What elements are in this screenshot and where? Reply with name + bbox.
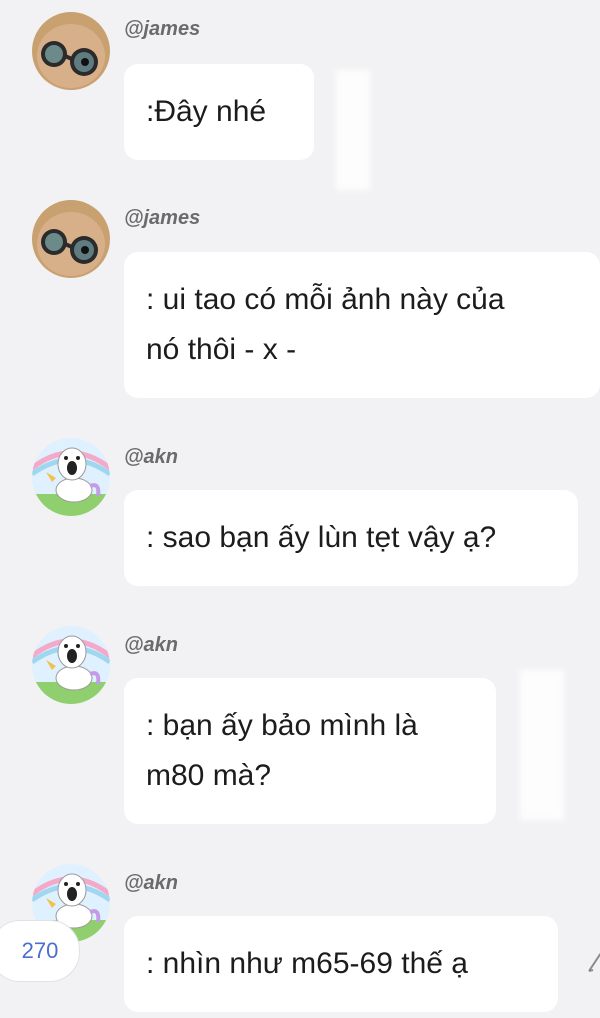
message-bubble: : nhìn như m65-69 thế ạ <box>124 916 558 1012</box>
message-bubble: : bạn ấy bảo mình là m80 mà? <box>124 678 496 824</box>
message-text: : bạn ấy bảo mình là <box>146 709 418 742</box>
message-bubble: : ui tao có mỗi ảnh này của nó thôi - x … <box>124 252 600 398</box>
message-bubble: : sao bạn ấy lùn tẹt vậy ạ? <box>124 490 578 586</box>
username[interactable]: @akn <box>124 634 178 657</box>
glasses-avatar-icon[interactable] <box>32 200 110 278</box>
username[interactable]: @james <box>124 207 200 230</box>
message-text: nó thôi - x - <box>146 333 297 366</box>
image-artifact <box>336 70 370 190</box>
username[interactable]: @akn <box>124 872 178 895</box>
unicorn-avatar-icon[interactable] <box>32 438 110 516</box>
image-artifact <box>520 670 564 820</box>
message-text: : nhìn như m65-69 thế ạ <box>146 947 468 980</box>
counter-value: 270 <box>21 938 59 963</box>
message-text: : ui tao có mỗi ảnh này của <box>146 283 505 316</box>
username[interactable]: @james <box>124 18 200 41</box>
message-text: m80 mà? <box>146 759 272 792</box>
message-bubble: :Đây nhé <box>124 64 314 160</box>
chat-thread: @james :Đây nhé @james : ui tao có mỗi ả… <box>0 0 600 1018</box>
message-text: : sao bạn ấy lùn tẹt vậy ạ? <box>146 521 497 554</box>
message-counter-badge[interactable]: 270 <box>0 920 80 982</box>
unicorn-avatar-icon[interactable] <box>32 626 110 704</box>
pen-icon[interactable] <box>585 945 600 975</box>
message-text: :Đây nhé <box>146 95 267 128</box>
username[interactable]: @akn <box>124 446 178 469</box>
glasses-avatar-icon[interactable] <box>32 12 110 90</box>
